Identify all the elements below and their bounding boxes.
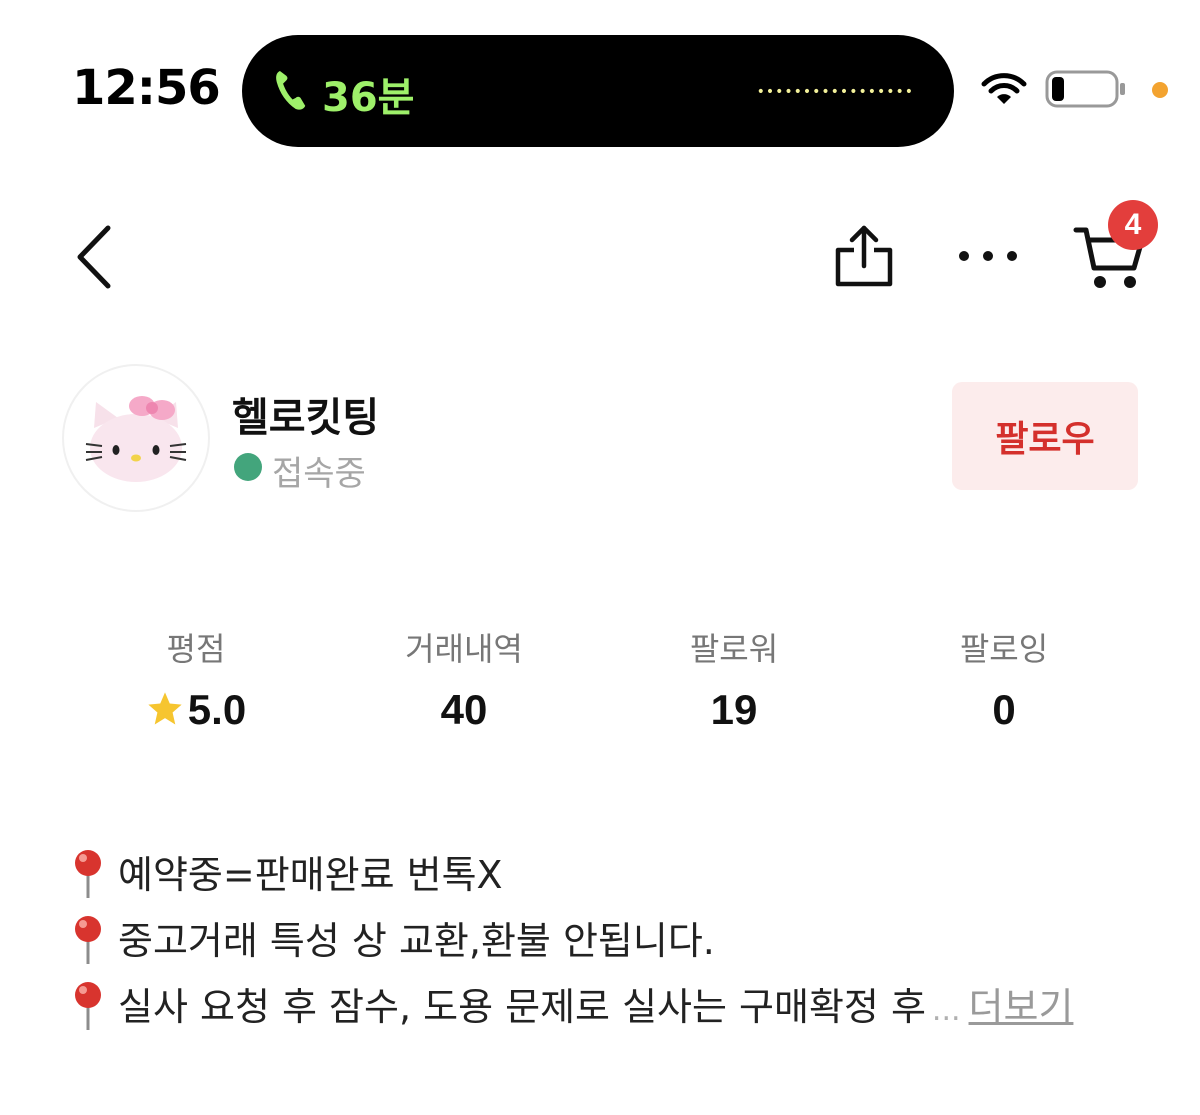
online-status-text: 접속중 [272, 454, 366, 494]
bio-line: 실사 요청 후 잠수, 도용 문제로 실사는 구매확정 후... 더보기 [68, 976, 1073, 1032]
stat-label: 팔로잉 [959, 630, 1049, 668]
bio-line: 중고거래 특성 상 교환,환불 안됩니다. [68, 910, 715, 966]
share-icon[interactable] [832, 224, 896, 288]
phone-icon [276, 71, 306, 110]
pushpin-icon [75, 982, 101, 1030]
online-status-dot [234, 453, 262, 481]
pushpin-icon [75, 850, 101, 898]
bio-line: 예약중=판매완료 번톡X [68, 844, 503, 900]
wifi-icon [981, 73, 1027, 104]
back-icon[interactable] [70, 222, 118, 292]
stat-followers[interactable]: 팔로워 19 [614, 624, 854, 734]
stat-transactions[interactable]: 거래내역 40 [344, 624, 584, 734]
cart-badge: 4 [1108, 200, 1158, 250]
stat-label: 팔로워 [689, 630, 779, 668]
avatar[interactable] [62, 364, 210, 512]
bio-text: 예약중=판매완료 번톡X [118, 853, 503, 897]
stat-label: 평점 [166, 630, 226, 668]
bio-text: 실사 요청 후 잠수, 도용 문제로 실사는 구매확정 후 [118, 985, 926, 1029]
username: 헬로킷팅 [232, 395, 380, 441]
audio-wave-icon: ••••••••••••••••• [756, 84, 914, 100]
pushpin-icon [75, 916, 101, 964]
stat-rating[interactable]: 평점 5.0 [76, 624, 316, 734]
stat-value: 5.0 [187, 686, 247, 733]
dynamic-island-call[interactable]: 36분 ••••••••••••••••• [242, 35, 954, 147]
privacy-indicator-dot [1152, 82, 1168, 98]
stat-value-row: 5.0 [76, 686, 316, 734]
stat-value: 19 [710, 686, 758, 733]
stat-label: 거래내역 [405, 630, 523, 668]
battery-icon [1045, 70, 1125, 108]
status-time: 12:56 [72, 60, 221, 116]
stat-following[interactable]: 팔로잉 0 [884, 624, 1124, 734]
star-icon [148, 692, 182, 725]
stat-value: 40 [440, 686, 488, 733]
bio-more-link[interactable]: 더보기 [969, 985, 1074, 1029]
hello-kitty-icon [85, 396, 187, 482]
bio-ellipsis: ... [931, 993, 961, 1028]
stat-value: 0 [992, 686, 1016, 733]
bio-text: 중고거래 특성 상 교환,환불 안됩니다. [118, 919, 715, 963]
more-icon[interactable] [956, 244, 1020, 268]
follow-button[interactable]: 팔로우 [952, 382, 1138, 490]
call-duration: 36분 [322, 75, 415, 121]
